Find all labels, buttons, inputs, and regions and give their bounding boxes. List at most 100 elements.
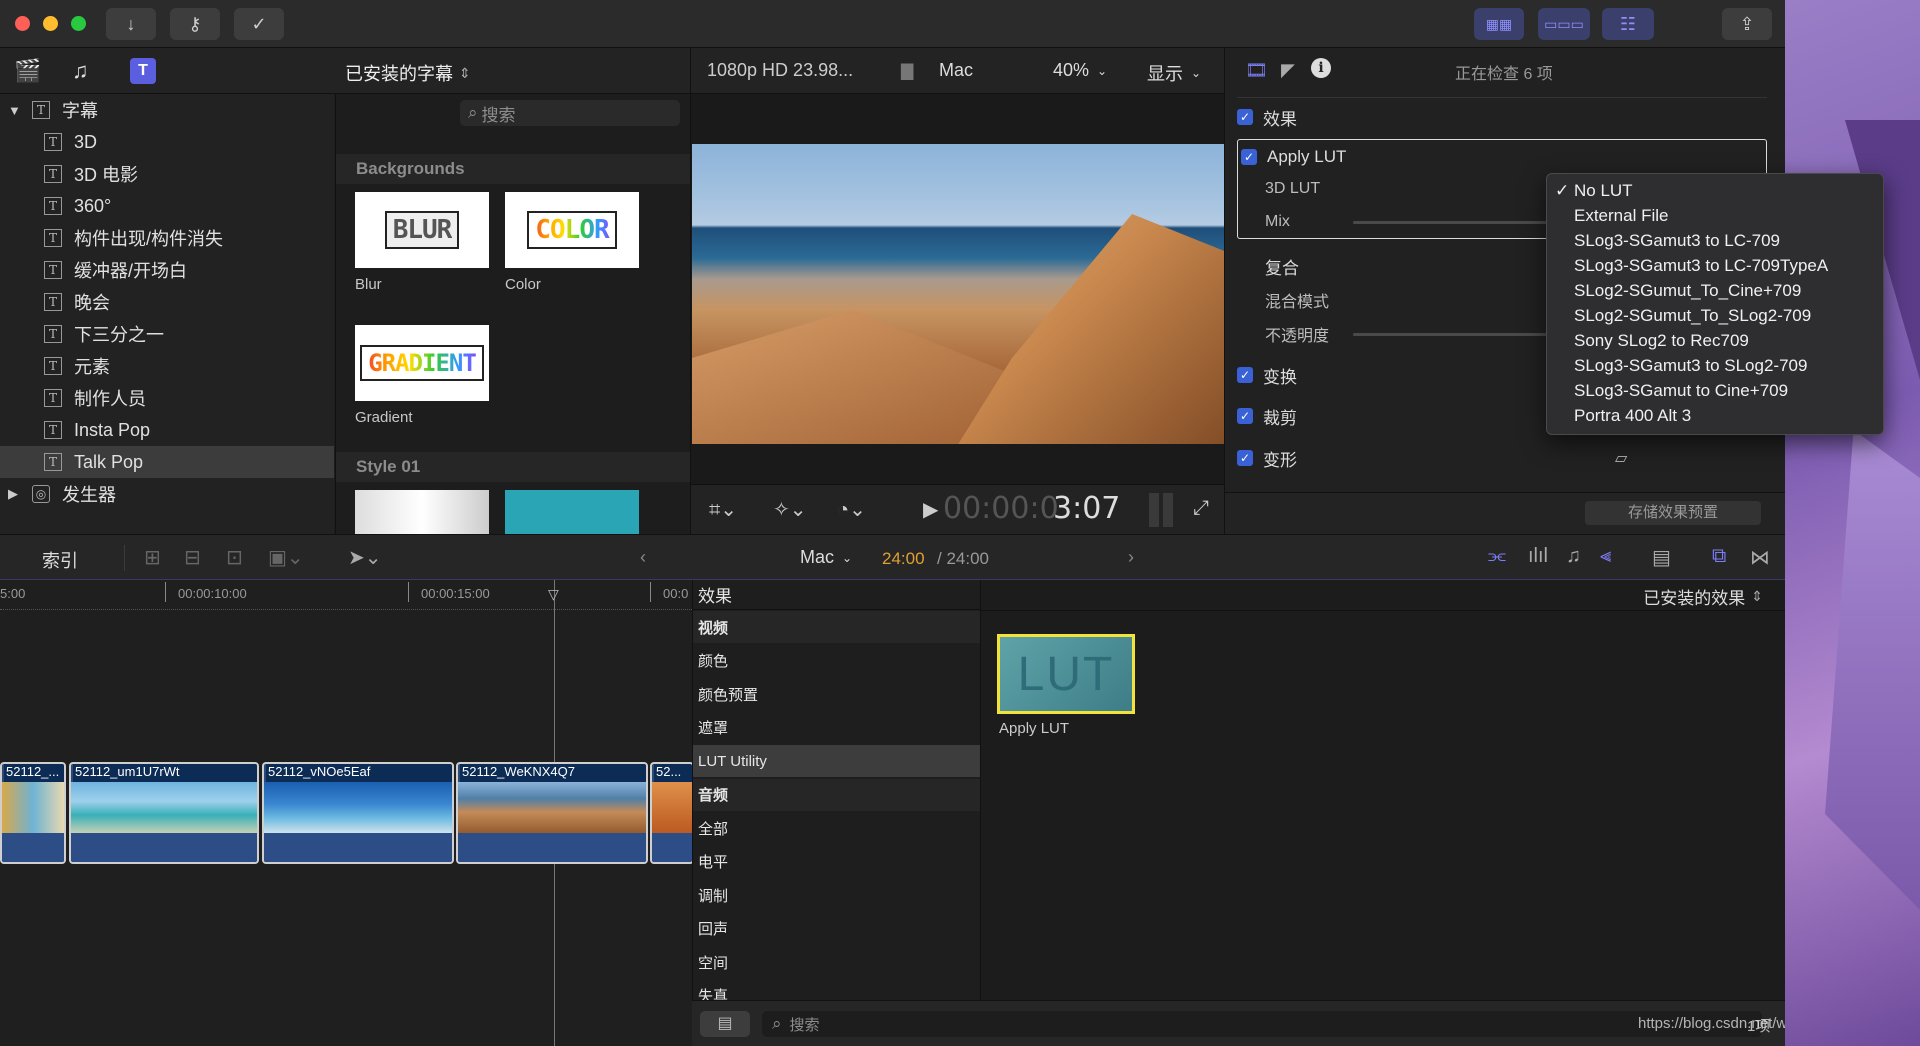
installed-titles-popup[interactable]: 已安装的字幕 ⇕ (345, 60, 471, 86)
snapping-icon[interactable]: ⫷ (1600, 545, 1611, 568)
sidebar-item-title-category[interactable]: T Insta Pop (0, 414, 334, 446)
timeline-ruler[interactable]: 5:00 00:00:10:00 00:00:15:00 00:0 (0, 580, 692, 610)
viewer-frame-image[interactable] (692, 144, 1225, 444)
sidebar-item-title-category[interactable]: T 元素 (0, 350, 334, 382)
photos-music-icon[interactable]: ♫ (72, 58, 89, 84)
crop-tool-icon[interactable]: ⌗⌄ (709, 497, 737, 522)
title-thumb-gradient[interactable]: GRADIENT (355, 325, 489, 401)
append-clip-icon[interactable]: ⊡ (226, 545, 243, 570)
headphones-icon[interactable]: ♫ (1566, 545, 1581, 568)
sidebar-item-title-category[interactable]: T 制作人员 (0, 382, 334, 414)
clip-appearance-icon[interactable]: ▤ (1652, 545, 1671, 570)
effects-category-item[interactable]: 颜色 (693, 645, 981, 677)
effects-category-item[interactable]: 音频 (693, 778, 981, 811)
timeline-clip[interactable]: 52112_vNOe5Eaf (262, 762, 454, 864)
retime-speed-icon[interactable]: ◔⌄ (837, 497, 866, 522)
installed-effects-popup[interactable]: 已安装的效果 ⇕ (1643, 584, 1763, 609)
effects-category-item[interactable]: 回声 (693, 913, 981, 945)
next-arrow-icon[interactable]: › (1128, 547, 1134, 568)
import-button[interactable]: ↓ (106, 8, 156, 40)
sidebar-item-title-category[interactable]: T 下三分之一 (0, 318, 334, 350)
apply-lut-row[interactable]: ✓ Apply LUT (1241, 140, 1771, 174)
title-thumb-style01-b[interactable] (505, 490, 639, 534)
enhance-wand-icon[interactable]: ✧⌄ (773, 497, 807, 522)
disclosure-down-icon[interactable]: ▼ (8, 103, 21, 118)
share-button[interactable]: ⇪ (1722, 8, 1772, 40)
effects-category-item[interactable]: 视频 (693, 611, 981, 643)
effects-search-input[interactable]: ⌕ 搜索 (762, 1011, 1762, 1037)
previous-arrow-icon[interactable]: ‹ (640, 547, 646, 568)
lut-menu-item[interactable]: External File (1547, 203, 1883, 228)
project-popup[interactable]: Mac ⌄ (800, 547, 852, 568)
lut-menu-item[interactable]: Sony SLog2 to Rec709 (1547, 328, 1883, 353)
sidebar-item-generators[interactable]: ▶ ◎ 发生器 (0, 478, 334, 510)
checkbox-icon[interactable]: ✓ (1237, 109, 1253, 125)
opacity-slider[interactable] (1353, 333, 1551, 336)
sidebar-toggle-icon[interactable]: ▤ (700, 1011, 750, 1037)
checkbox-icon[interactable]: ✓ (1241, 149, 1257, 165)
checkbox-icon[interactable]: ✓ (1237, 367, 1253, 383)
mix-slider[interactable] (1353, 221, 1551, 224)
distort-row[interactable]: ✓ 变形 (1237, 441, 1767, 475)
select-tool-icon[interactable]: ➤⌄ (348, 545, 382, 570)
effects-category-item[interactable]: 全部 (693, 812, 981, 844)
effects-category-item[interactable]: 遮罩 (693, 712, 981, 744)
lut-menu-item[interactable]: ✓ No LUT (1547, 178, 1883, 203)
playhead-marker-icon[interactable]: ▽ (548, 586, 559, 603)
titles-search-input[interactable]: ⌕ 搜索 (460, 100, 680, 126)
zoom-window-button[interactable] (71, 16, 86, 31)
sidebar-item-title-category[interactable]: T 3D (0, 126, 334, 158)
sidebar-item-title-category[interactable]: T 构件出现/构件消失 (0, 222, 334, 254)
sidebar-item-titles[interactable]: ▼ T 字幕 (0, 94, 334, 126)
sidebar-item-title-category[interactable]: T 缓冲器/开场白 (0, 254, 334, 286)
overwrite-clip-icon[interactable]: ▣⌄ (268, 545, 304, 570)
close-window-button[interactable] (15, 16, 30, 31)
connect-clip-icon[interactable]: ⊞ (144, 545, 161, 570)
lut-menu-item[interactable]: SLog3-SGamut3 to LC-709 (1547, 228, 1883, 253)
timeline-clip[interactable]: 52112_... (0, 762, 66, 864)
effects-category-item[interactable]: 颜色预置 (693, 678, 981, 710)
title-thumb-blur[interactable]: BLUR (355, 192, 489, 268)
save-effects-preset-button[interactable]: 存储效果预置 (1585, 501, 1761, 525)
lut-menu-item[interactable]: Portra 400 Alt 3 (1547, 403, 1883, 428)
effects-category-item[interactable]: 调制 (693, 879, 981, 911)
show-inspector-button[interactable]: ☷ (1602, 8, 1654, 40)
timecode[interactable]: 3:07 (1053, 491, 1120, 526)
show-timeline-button[interactable]: ▭▭▭ (1538, 8, 1590, 40)
clapper-icon[interactable]: 🎬 (14, 58, 41, 84)
skimming-icon[interactable]: ⫘ (1488, 545, 1506, 568)
effects-category-item[interactable]: LUT Utility (693, 745, 981, 777)
disclosure-right-icon[interactable]: ▶ (8, 486, 20, 502)
apply-lut-effect-thumb[interactable]: LUT (997, 634, 1135, 714)
lut-menu-item[interactable]: SLog3-SGamut3 to SLog2-709 (1547, 353, 1883, 378)
timeline-clip[interactable]: 52... (650, 762, 694, 864)
titles-generators-icon[interactable]: T (130, 58, 156, 84)
timeline-clip[interactable]: 52112_WeKNX4Q7 (456, 762, 648, 864)
audio-skimming-icon[interactable]: ılıl (1528, 545, 1548, 568)
minimize-window-button[interactable] (43, 16, 58, 31)
fullscreen-icon[interactable]: ⤢ (1193, 497, 1209, 520)
title-thumb-color[interactable]: COLOR (505, 192, 639, 268)
effects-category-item[interactable]: 空间 (693, 946, 981, 978)
insert-clip-icon[interactable]: ⊟ (184, 545, 201, 570)
display-popup[interactable]: 显示 ⌄ (1147, 60, 1201, 86)
lut-menu-item[interactable]: SLog2-SGumut_To_SLog2-709 (1547, 303, 1883, 328)
transitions-browser-icon[interactable]: ⋈ (1750, 545, 1770, 570)
background-tasks-button[interactable]: ✓ (234, 8, 284, 40)
timeline-clip[interactable]: 52112_um1U7rWt (69, 762, 259, 864)
keywords-button[interactable]: ⚷ (170, 8, 220, 40)
sidebar-item-title-category[interactable]: T 3D 电影 (0, 158, 334, 190)
effects-browser-icon[interactable]: ⧉ (1712, 545, 1726, 568)
checkbox-icon[interactable]: ✓ (1237, 408, 1253, 424)
sidebar-item-title-category[interactable]: T Talk Pop (0, 446, 334, 478)
lut-menu-item[interactable]: SLog3-SGamut to Cine+709 (1547, 378, 1883, 403)
checkbox-icon[interactable]: ✓ (1237, 450, 1253, 466)
effects-row[interactable]: ✓ 效果 (1237, 100, 1767, 134)
effects-category-item[interactable]: 电平 (693, 846, 981, 878)
lut-menu-item[interactable]: SLog3-SGamut3 to LC-709TypeA (1547, 253, 1883, 278)
video-inspector-icon[interactable]: 🎞 (1245, 60, 1268, 81)
distort-tool-icon[interactable]: ▱ (1615, 448, 1627, 468)
zoom-popup[interactable]: 40% ⌄ (1053, 60, 1107, 81)
index-button[interactable]: 索引 (42, 547, 78, 573)
title-thumb-style01-a[interactable] (355, 490, 489, 534)
